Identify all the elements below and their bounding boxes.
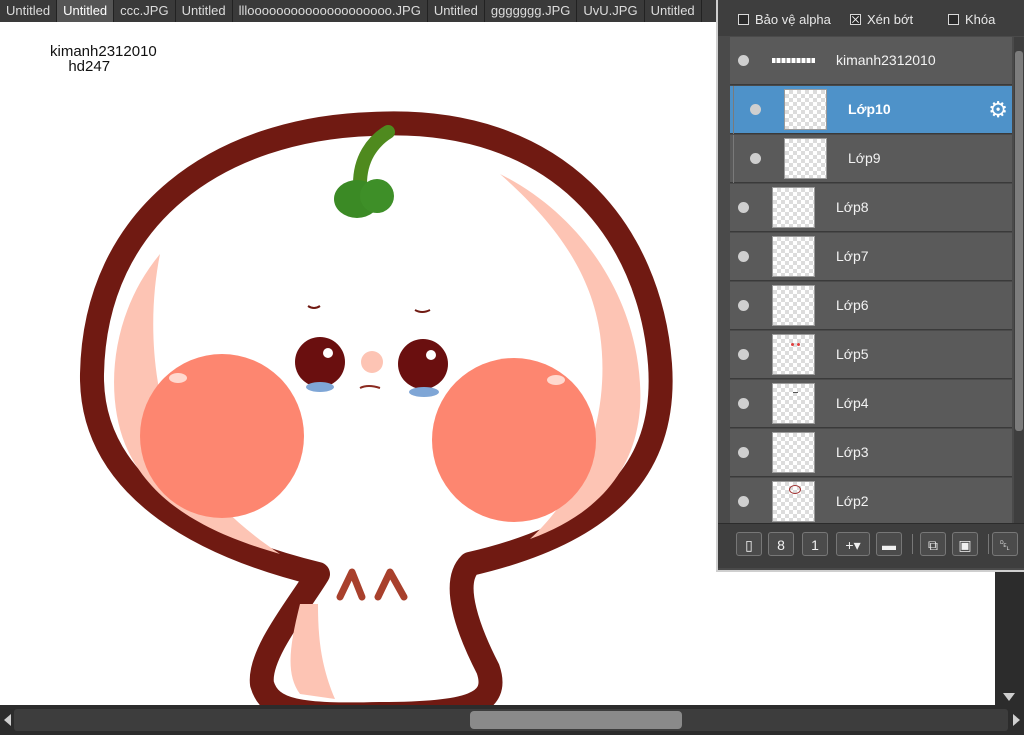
duplicate-layer-icon[interactable]: ⧉ (920, 532, 946, 556)
layer-row[interactable]: Lớp10 ⚙ (730, 86, 1012, 134)
layer-thumbnail (772, 285, 815, 326)
right-tear (409, 387, 439, 397)
layer-name: Lớp9 (848, 150, 881, 166)
layer-thumbnail (784, 89, 827, 130)
layer-name: Lớp3 (836, 444, 869, 460)
visibility-eye-icon[interactable] (750, 153, 761, 164)
lock-checkbox[interactable] (948, 13, 959, 25)
sprout-leaf-right (360, 179, 394, 213)
document-tab[interactable]: Untitled (645, 0, 702, 22)
right-cheek (432, 358, 596, 522)
layer-name: Lớp7 (836, 248, 869, 264)
document-tab[interactable]: Untitled (428, 0, 485, 22)
layer-thumbnail (772, 236, 815, 277)
document-tab[interactable]: Untitled (0, 0, 58, 22)
layer-name: Lớp6 (836, 297, 869, 313)
layer-name: Lớp5 (836, 346, 869, 362)
alpha-protect-checkbox[interactable] (738, 13, 749, 25)
layer-thumbnail (772, 481, 815, 522)
document-tab-bar: Untitled Untitled ccc.JPG Untitled llloooooo… (0, 0, 716, 22)
layer-list-scrollbar[interactable] (1014, 37, 1024, 523)
visibility-eye-icon[interactable] (738, 55, 749, 66)
clipping-option[interactable]: Xén bớt (850, 9, 913, 29)
merge-layer-icon[interactable]: ▣ (952, 532, 978, 556)
left-eye (295, 337, 345, 387)
alpha-protect-option[interactable]: Bảo vệ alpha (738, 9, 831, 29)
document-tab[interactable]: llloooooooooooooooooooo.JPG (233, 0, 428, 22)
right-eye (398, 339, 448, 389)
new-layer-icon[interactable]: ▯ (736, 532, 762, 556)
clipping-checkbox[interactable] (850, 13, 861, 25)
document-tab[interactable]: Untitled (176, 0, 233, 22)
document-tab[interactable]: Untitled (57, 0, 115, 22)
visibility-eye-icon[interactable] (738, 447, 749, 458)
layer-thumbnail (772, 40, 815, 81)
visibility-eye-icon[interactable] (738, 300, 749, 311)
layer-name: Lớp4 (836, 395, 869, 411)
new-8bit-layer-icon[interactable]: 8 (768, 532, 794, 556)
right-cheek-shine (547, 375, 565, 385)
document-tab[interactable]: ccc.JPG (114, 0, 176, 22)
lock-option[interactable]: Khóa (948, 9, 995, 29)
layer-row[interactable]: Lớp8 (730, 184, 1012, 232)
alpha-protect-label: Bảo vệ alpha (755, 11, 831, 27)
visibility-eye-icon[interactable] (738, 398, 749, 409)
layer-row[interactable]: Lớp7 (730, 233, 1012, 281)
scrollbar-thumb[interactable] (470, 711, 682, 729)
visibility-eye-icon[interactable] (738, 251, 749, 262)
layer-row[interactable]: Lớp4 (730, 380, 1012, 428)
nose (361, 351, 383, 373)
add-layer-menu-icon[interactable]: +▾ (836, 532, 870, 556)
toolbar-separator (988, 534, 989, 554)
new-1bit-layer-icon[interactable]: 1 (802, 532, 828, 556)
layer-settings-gear-icon[interactable]: ⚙ (988, 99, 1008, 121)
layer-row[interactable]: Lớp9 (730, 135, 1012, 183)
layers-panel: Bảo vệ alpha Xén bớt Khóa kimanh2312010 L… (716, 0, 1024, 572)
folder-icon[interactable]: ▬ (876, 532, 902, 556)
canvas-horizontal-scrollbar[interactable] (0, 705, 1024, 735)
left-cheek (140, 354, 304, 518)
visibility-eye-icon[interactable] (738, 496, 749, 507)
signature-line-2: hd247 (68, 58, 111, 75)
layer-thumbnail (772, 432, 815, 473)
left-tear (306, 382, 334, 392)
layer-list-scroll-thumb[interactable] (1015, 51, 1023, 431)
artist-signature: kimanh2312010 hd247 (50, 44, 157, 74)
document-tab[interactable]: UvU.JPG (577, 0, 645, 22)
left-cheek-shine (169, 373, 187, 383)
visibility-eye-icon[interactable] (738, 349, 749, 360)
layer-row[interactable]: kimanh2312010 (730, 37, 1012, 85)
right-eye-highlight (426, 350, 436, 360)
layer-row[interactable]: Lớp5 (730, 331, 1012, 379)
scroll-down-arrow-icon[interactable] (1003, 693, 1015, 701)
layer-thumbnail (784, 138, 827, 179)
layer-name: Lớp2 (836, 493, 869, 509)
visibility-eye-icon[interactable] (750, 104, 761, 115)
folder-indent-line (733, 135, 734, 183)
scroll-left-arrow-icon[interactable] (4, 714, 11, 726)
toolbar-separator (912, 534, 913, 554)
layer-thumbnail (772, 334, 815, 375)
layer-options-bar: Bảo vệ alpha Xén bớt Khóa (718, 0, 1024, 36)
clipping-label: Xén bớt (867, 11, 914, 27)
document-tab[interactable]: ggggggg.JPG (485, 0, 578, 22)
visibility-eye-icon[interactable] (738, 202, 749, 213)
layer-name: kimanh2312010 (836, 52, 936, 68)
folder-indent-line (733, 86, 734, 134)
layer-name: Lớp10 (848, 101, 891, 117)
scroll-right-arrow-icon[interactable] (1013, 714, 1020, 726)
layer-thumbnail (772, 383, 815, 424)
layer-row[interactable]: Lớp3 (730, 429, 1012, 477)
layer-row[interactable]: Lớp2 (730, 478, 1012, 523)
layer-toolbar: ▯ 8 1 +▾ ▬ ⧉ ▣ ␡ (718, 523, 1024, 568)
layer-list: kimanh2312010 Lớp10 ⚙ Lớp9 Lớp8 Lớp7 Lớp6 Lớp5 L… (730, 37, 1012, 523)
left-eye-highlight (323, 348, 333, 358)
layer-thumbnail (772, 187, 815, 228)
layer-row[interactable]: Lớp6 (730, 282, 1012, 330)
trash-icon[interactable]: ␡ (992, 532, 1018, 556)
layer-name: Lớp8 (836, 199, 869, 215)
lock-label: Khóa (965, 11, 996, 27)
